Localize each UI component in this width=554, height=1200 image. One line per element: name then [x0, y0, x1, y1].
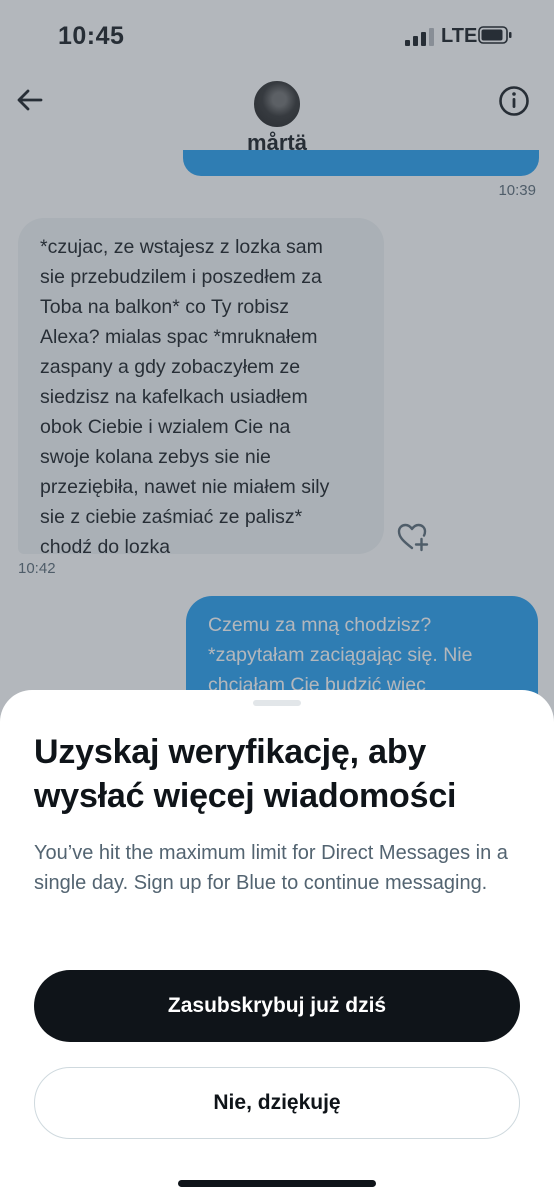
home-indicator[interactable] [178, 1180, 376, 1187]
decline-button[interactable]: Nie, dziękuję [34, 1067, 520, 1139]
verification-bottom-sheet: Uzyskaj weryfikację, aby wysłać więcej w… [0, 690, 554, 1200]
sheet-title: Uzyskaj weryfikację, aby wysłać więcej w… [34, 733, 457, 815]
subscribe-button[interactable]: Zasubskrybuj już dziś [34, 970, 520, 1042]
sheet-description: You’ve hit the maximum limit for Direct … [34, 842, 508, 894]
dm-conversation-screen: 10:45 LTE mårtä 10:39 *czujac, ze wstaje… [0, 0, 554, 1200]
sheet-grabber[interactable] [253, 700, 301, 706]
